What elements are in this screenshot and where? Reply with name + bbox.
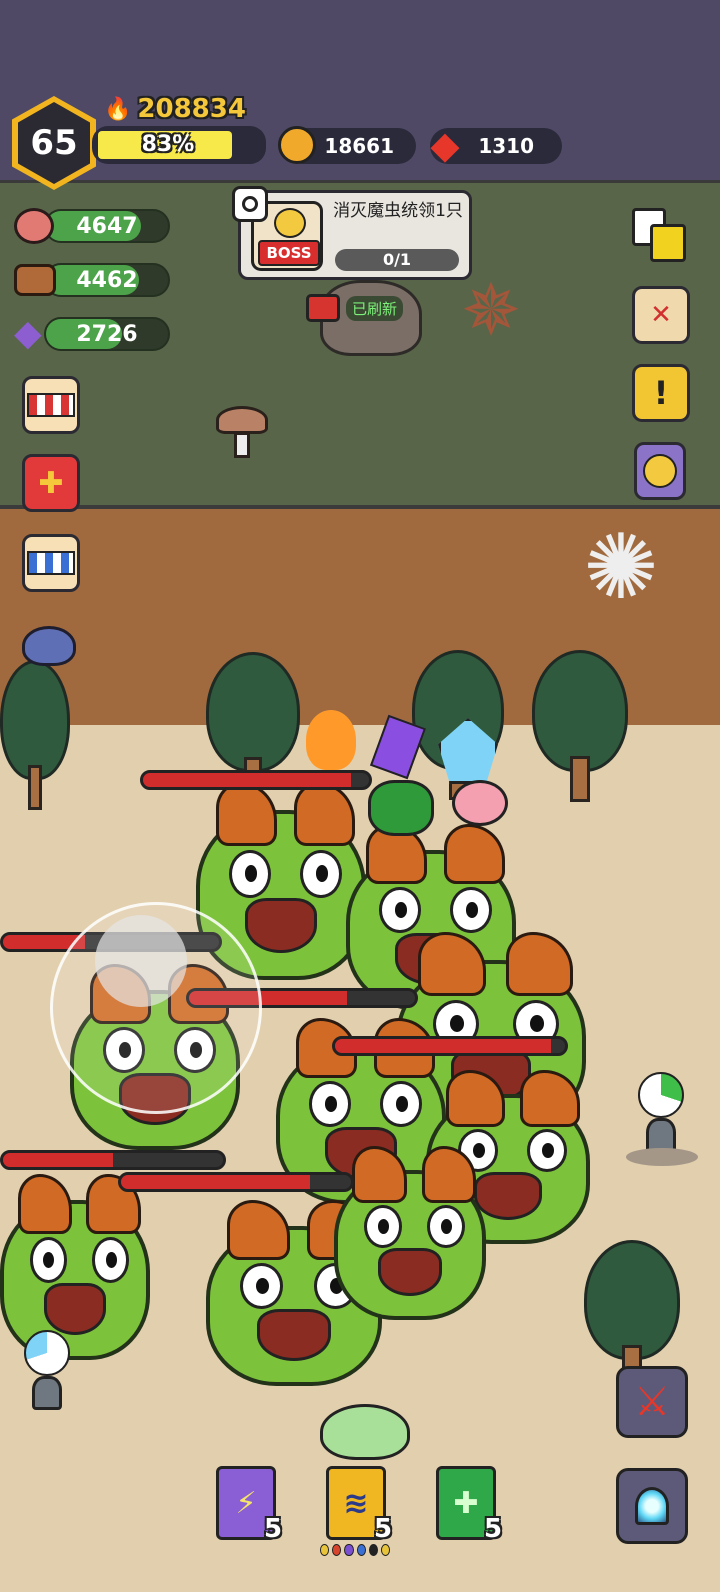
player-level: 65 — [18, 102, 90, 184]
shop-icon — [27, 393, 75, 417]
enemy-hp-bar — [332, 1036, 568, 1056]
quest-progress-bar: 0/1 — [335, 249, 459, 271]
lightning-icon: ⚡ — [235, 1485, 257, 1521]
crystal-value: 2726 — [76, 321, 138, 347]
mushroom-decoration — [216, 406, 268, 460]
auto-battle-button[interactable]: ⚔ — [616, 1366, 688, 1438]
virtual-joystick[interactable] — [50, 902, 262, 1114]
xp-bar: 83% — [92, 126, 266, 164]
respawn-gravestone — [624, 1072, 700, 1168]
purple-crystal-hero — [369, 714, 427, 780]
lightning-book-count: 5 — [264, 1514, 283, 1544]
enemy-hp-bar — [118, 1172, 354, 1192]
meat-value: 4647 — [76, 213, 138, 239]
map-button[interactable]: ✕ — [632, 286, 690, 344]
gold-counter[interactable]: 18661 — [278, 126, 416, 164]
flame-icon: 🔥 — [104, 96, 132, 122]
plus-icon: ✚ — [453, 1485, 479, 1521]
purple-crystal-icon: ◆ — [14, 313, 42, 354]
respawn-timer-pie — [638, 1072, 684, 1118]
gift-icon: ✚ — [38, 465, 64, 501]
magnifier-icon — [242, 196, 258, 212]
respawn-gravestone — [12, 1330, 82, 1420]
fire-hero — [306, 710, 356, 770]
pine-tree — [0, 660, 70, 810]
quest-title: 消灭魔虫统领1只 — [333, 201, 463, 221]
exclamation-icon: ! — [653, 374, 669, 412]
quest-search-button[interactable] — [232, 186, 268, 222]
pink-hero — [452, 780, 508, 826]
notice-scroll-button[interactable]: ! — [632, 364, 690, 422]
wood-value: 4462 — [76, 267, 138, 293]
portal-button[interactable] — [616, 1468, 688, 1544]
wind-icon: ≋ — [343, 1485, 369, 1521]
enemy-hp-bar — [140, 770, 372, 790]
dead-plant: ✵ — [460, 268, 522, 352]
spider-enemy — [320, 1404, 410, 1460]
gift-button[interactable]: ✚ — [22, 454, 80, 512]
red-gem-icon: ◆ — [430, 123, 460, 167]
xp-percent: 83% — [141, 132, 195, 157]
joystick-knob[interactable] — [95, 915, 187, 1007]
gem-counter[interactable]: ◆ 1310 — [430, 124, 562, 166]
enemy-hp-bar — [0, 1150, 226, 1170]
gem-value: 1310 — [478, 134, 534, 158]
shop-button[interactable] — [22, 376, 80, 434]
boss-card-button[interactable] — [634, 442, 686, 500]
treasure-chest-icon — [306, 294, 340, 322]
dragon-pet-button[interactable] — [16, 608, 82, 672]
mana-dots — [320, 1544, 391, 1556]
gravestone-icon — [32, 1376, 62, 1410]
respawn-timer-pie — [24, 1330, 70, 1376]
refresh-chest-indicator[interactable]: 已刷新 — [306, 292, 404, 324]
dragon-icon — [22, 626, 76, 666]
power-value: 208834 — [137, 94, 246, 124]
wood-log-icon — [14, 264, 56, 296]
boss-quest-panel[interactable]: BOSS 消灭魔虫统领1只 0/1 — [238, 190, 472, 280]
green-bug-monster — [334, 1145, 486, 1320]
skull-icon — [274, 208, 306, 238]
special-shop-button[interactable] — [22, 534, 80, 592]
quest-progress: 0/1 — [382, 250, 412, 269]
pine-tree — [532, 650, 628, 802]
portal-icon — [635, 1487, 669, 1525]
power-display: 🔥 208834 — [104, 94, 246, 124]
resource-wood: 4462 — [14, 262, 170, 298]
spider-web: ✺ — [583, 515, 659, 620]
store-icon — [27, 551, 75, 575]
ice-crystal-hero — [438, 718, 498, 784]
archer-hero — [368, 780, 434, 836]
meat-icon — [14, 208, 54, 244]
wind-book-count: 5 — [374, 1514, 393, 1544]
map-icon: ✕ — [650, 300, 672, 330]
resource-meat: 4647 — [14, 208, 170, 244]
boss-badge: BOSS — [258, 240, 320, 266]
refresh-status: 已刷新 — [346, 295, 404, 321]
resource-crystal: 2726 ◆ — [14, 316, 170, 352]
gold-value: 18661 — [324, 134, 394, 158]
skull-badge-icon — [643, 454, 677, 488]
heal-book-count: 5 — [484, 1514, 503, 1544]
crossed-swords-icon: ⚔ — [634, 1379, 670, 1425]
collection-button[interactable] — [630, 206, 688, 264]
gold-coin-icon — [278, 126, 316, 164]
cards-icon-back — [650, 224, 686, 262]
